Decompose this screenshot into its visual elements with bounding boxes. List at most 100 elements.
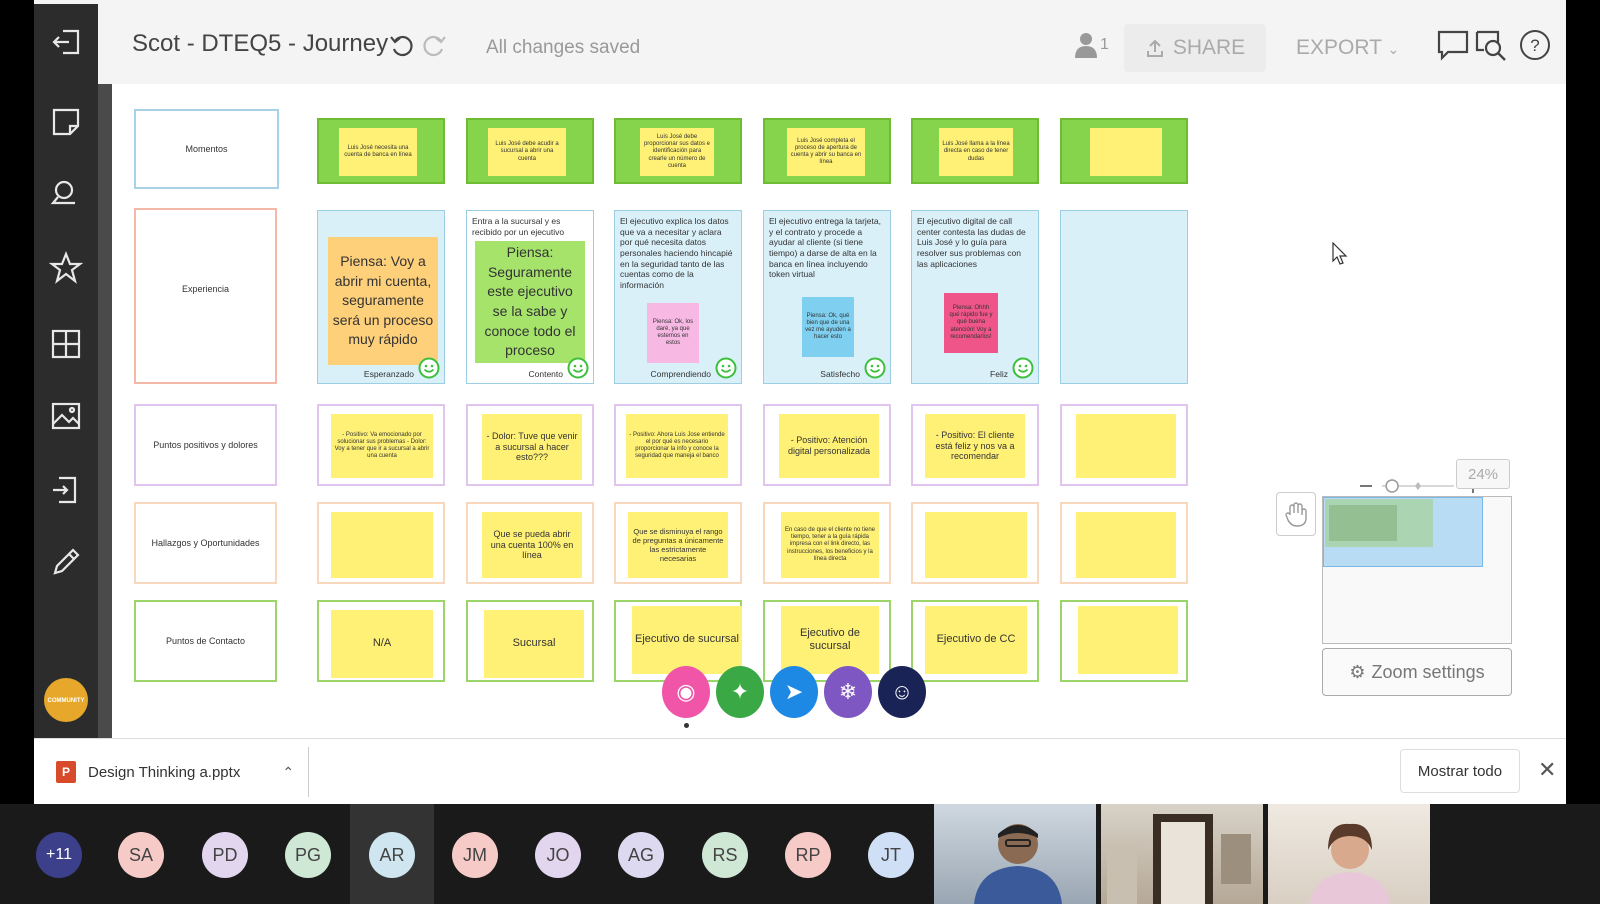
exit-button[interactable] <box>46 22 86 62</box>
sticky-note[interactable]: Piensa: Ohhh qué rápido fue y qué buena … <box>944 293 998 353</box>
zoom-percentage[interactable]: 24% <box>1456 459 1510 489</box>
participant-avatar[interactable]: PG <box>285 832 331 878</box>
sticky-note[interactable]: - Dolor: Tuve que venir a sucursal a hac… <box>482 414 582 480</box>
experience-card[interactable]: Entra a la sucursal y es recibido por un… <box>466 210 594 384</box>
experience-card[interactable]: El ejecutivo digital de call center cont… <box>911 210 1039 384</box>
points-card[interactable]: - Positivo: Ahora Luis Jose entiende el … <box>614 404 742 486</box>
sticky-note[interactable]: Luis José completa el proceso de apertur… <box>787 128 865 176</box>
contact-card[interactable]: Sucursal <box>466 600 594 682</box>
experience-card[interactable]: Piensa: Voy a abrir mi cuenta, seguramen… <box>317 210 445 384</box>
participant-avatar[interactable]: JT <box>868 832 914 878</box>
undo-icon[interactable] <box>388 32 416 60</box>
row-label-experiencia[interactable]: Experiencia <box>134 208 277 384</box>
sticky-note[interactable]: Ejecutivo de sucursal <box>632 606 742 674</box>
participant-avatar[interactable]: RP <box>785 832 831 878</box>
moment-card[interactable]: Luis José completa el proceso de apertur… <box>763 118 891 184</box>
points-card[interactable]: - Positivo: Va emocionado por solucionar… <box>317 404 445 486</box>
more-participants-badge[interactable]: +11 <box>36 832 82 878</box>
participant-avatar[interactable]: RS <box>702 832 748 878</box>
moment-card[interactable] <box>1060 118 1188 184</box>
favorites-tool[interactable] <box>46 248 86 288</box>
findings-card[interactable]: En caso de que el cliente no tiene tiemp… <box>763 502 891 584</box>
sticky-note[interactable] <box>1076 512 1176 578</box>
collaborator-avatar[interactable]: ➤ <box>770 666 818 718</box>
sticky-note[interactable]: En caso de que el cliente no tiene tiemp… <box>781 512 879 578</box>
experience-card[interactable]: El ejecutivo entrega la tarjeta, y el co… <box>763 210 891 384</box>
sticky-note[interactable] <box>1078 606 1178 674</box>
contact-card[interactable]: Ejecutivo de CC <box>911 600 1039 682</box>
sticky-note[interactable] <box>331 512 433 578</box>
sticky-note[interactable] <box>925 512 1027 578</box>
collaborator-avatar[interactable]: ☺ <box>878 666 926 718</box>
collaborator-avatar[interactable]: ◉ <box>662 666 710 718</box>
sticky-note[interactable]: - Positivo: Va emocionado por solucionar… <box>331 414 433 478</box>
participant-video[interactable] <box>1268 804 1430 904</box>
sticky-note[interactable] <box>1076 414 1176 478</box>
import-tool[interactable] <box>46 470 86 510</box>
sticky-note[interactable]: Piensa: Seguramente este ejecutivo se la… <box>475 241 585 363</box>
row-label-momentos[interactable]: Momentos <box>134 109 279 189</box>
points-card[interactable]: - Dolor: Tuve que venir a sucursal a hac… <box>466 404 594 486</box>
zoom-slider-handle[interactable] <box>1385 479 1399 493</box>
participant-avatar[interactable]: PD <box>202 832 248 878</box>
points-card[interactable] <box>1060 404 1188 486</box>
sticky-note[interactable]: Que se disminuya el rango de preguntas a… <box>628 512 728 578</box>
comment-icon[interactable] <box>1436 28 1470 62</box>
participant-avatar[interactable]: JM <box>452 832 498 878</box>
moment-card[interactable]: Luis José debe proporcionar sus datos e … <box>614 118 742 184</box>
findings-card[interactable] <box>317 502 445 584</box>
sticky-note[interactable]: Que se pueda abrir una cuenta 100% en lí… <box>482 512 582 578</box>
sticky-note-tool[interactable] <box>46 102 86 142</box>
collaborator-avatar[interactable]: ✦ <box>716 666 764 718</box>
download-item[interactable]: P Design Thinking a.pptx ⌃ <box>56 761 294 783</box>
chevron-up-icon[interactable]: ⌃ <box>282 764 294 781</box>
sticky-note[interactable]: Ejecutivo de sucursal <box>781 606 879 674</box>
moment-card[interactable]: Luis José debe acudir a sucursal a abrir… <box>466 118 594 184</box>
collaborators-indicator[interactable]: 1 <box>1074 32 1109 58</box>
contact-card[interactable] <box>1060 600 1188 682</box>
participant-avatar[interactable]: AG <box>618 832 664 878</box>
experience-card[interactable]: El ejecutivo explica los datos que va a … <box>614 210 742 384</box>
moment-card[interactable]: Luis José necesita una cuenta de banca e… <box>317 118 445 184</box>
sticky-note[interactable]: Luis José llama a la línea directa en ca… <box>939 128 1013 176</box>
findings-card[interactable] <box>911 502 1039 584</box>
participant-video[interactable] <box>1101 804 1263 904</box>
sticky-note[interactable]: Luis José debe proporcionar sus datos e … <box>640 128 714 176</box>
sticky-note[interactable]: - Positivo: Ahora Luis Jose entiende el … <box>626 414 728 478</box>
points-card[interactable]: - Positivo: El cliente está feliz y nos … <box>911 404 1039 486</box>
show-all-downloads-button[interactable]: Mostrar todo <box>1400 749 1520 793</box>
export-button[interactable]: EXPORT ⌄ <box>1296 36 1399 60</box>
sticky-note[interactable] <box>1090 128 1162 176</box>
search-board-tool[interactable] <box>46 174 86 214</box>
moment-card[interactable]: Luis José llama a la línea directa en ca… <box>911 118 1039 184</box>
redo-icon[interactable] <box>420 32 448 60</box>
help-icon[interactable]: ? <box>1518 28 1552 62</box>
share-button[interactable]: SHARE <box>1124 24 1266 72</box>
participant-avatar[interactable]: JO <box>535 832 581 878</box>
image-tool[interactable] <box>46 396 86 436</box>
experience-card[interactable] <box>1060 210 1188 384</box>
row-label-contacto[interactable]: Puntos de Contacto <box>134 600 277 682</box>
collaborator-avatar[interactable]: ❄ <box>824 666 872 718</box>
row-label-puntos[interactable]: Puntos positivos y dolores <box>134 404 277 486</box>
findings-card[interactable]: Que se pueda abrir una cuenta 100% en lí… <box>466 502 594 584</box>
sticky-note[interactable]: Piensa: Ok, qué bien que de una vez me a… <box>802 297 854 357</box>
draw-tool[interactable] <box>46 542 86 582</box>
zoom-settings-button[interactable]: ⚙ Zoom settings <box>1322 648 1512 696</box>
sticky-note[interactable]: Piensa: Voy a abrir mi cuenta, seguramen… <box>328 237 438 365</box>
grid-tool[interactable] <box>46 324 86 364</box>
row-label-hallazgos[interactable]: Hallazgos y Oportunidades <box>134 502 277 584</box>
sticky-note[interactable]: Sucursal <box>484 610 584 678</box>
findings-card[interactable]: Que se disminuya el rango de preguntas a… <box>614 502 742 584</box>
points-card[interactable]: - Positivo: Atención digital personaliza… <box>763 404 891 486</box>
participant-avatar[interactable]: SA <box>118 832 164 878</box>
participant-avatar[interactable]: AR <box>369 832 415 878</box>
sticky-note[interactable]: Luis José debe acudir a sucursal a abrir… <box>488 128 566 176</box>
sticky-note[interactable]: Luis José necesita una cuenta de banca e… <box>339 128 417 176</box>
participant-video[interactable] <box>934 804 1096 904</box>
sticky-note[interactable]: N/A <box>331 610 433 678</box>
sticky-note[interactable]: Ejecutivo de CC <box>925 606 1027 674</box>
close-icon[interactable]: ✕ <box>1538 757 1556 783</box>
findings-card[interactable] <box>1060 502 1188 584</box>
sticky-note[interactable]: - Positivo: Atención digital personaliza… <box>779 414 879 478</box>
